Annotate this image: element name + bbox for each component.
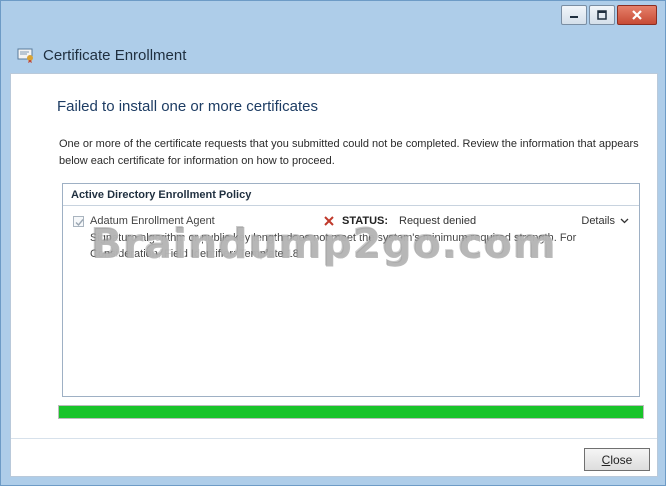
certificate-icon <box>17 48 33 63</box>
close-icon <box>632 10 642 20</box>
page-title: Failed to install one or more certificat… <box>57 98 318 115</box>
close-window-button[interactable] <box>617 5 657 25</box>
enrollment-policy-panel: Active Directory Enrollment Policy Adatu… <box>62 183 640 397</box>
certificate-row: Adatum Enrollment Agent STATUS: Request … <box>71 214 631 230</box>
maximize-icon <box>597 10 607 20</box>
details-toggle[interactable]: Details <box>581 215 629 227</box>
progress-bar <box>58 405 644 419</box>
maximize-button[interactable] <box>589 5 615 25</box>
close-button-rest: lose <box>610 452 633 467</box>
certificate-enrollment-window: Certificate Enrollment Failed to install… <box>0 0 666 486</box>
divider <box>11 438 657 439</box>
status-value: Request denied <box>399 215 477 227</box>
minimize-button[interactable] <box>561 5 587 25</box>
certificate-name: Adatum Enrollment Agent <box>90 215 215 227</box>
description-text: One or more of the certificate requests … <box>59 138 639 167</box>
status-message: Signature algorithm or public key length… <box>90 232 577 260</box>
policy-title: Active Directory Enrollment Policy <box>63 184 639 206</box>
progress-fill <box>59 406 643 418</box>
title-bar[interactable] <box>1 1 665 37</box>
window-controls <box>561 5 657 25</box>
window-title: Certificate Enrollment <box>43 46 187 64</box>
error-x-icon <box>324 216 334 226</box>
chevron-down-icon <box>620 218 629 224</box>
status-label: STATUS: <box>342 215 389 227</box>
content-pane: Failed to install one or more certificat… <box>10 73 658 477</box>
checkmark-icon <box>75 219 84 227</box>
window-header: Certificate Enrollment <box>17 45 186 65</box>
close-button-label: Close <box>602 453 633 467</box>
minimize-icon <box>570 16 578 18</box>
close-button[interactable]: Close <box>584 448 650 471</box>
certificate-checkbox[interactable] <box>73 216 84 227</box>
details-label: Details <box>581 215 615 227</box>
